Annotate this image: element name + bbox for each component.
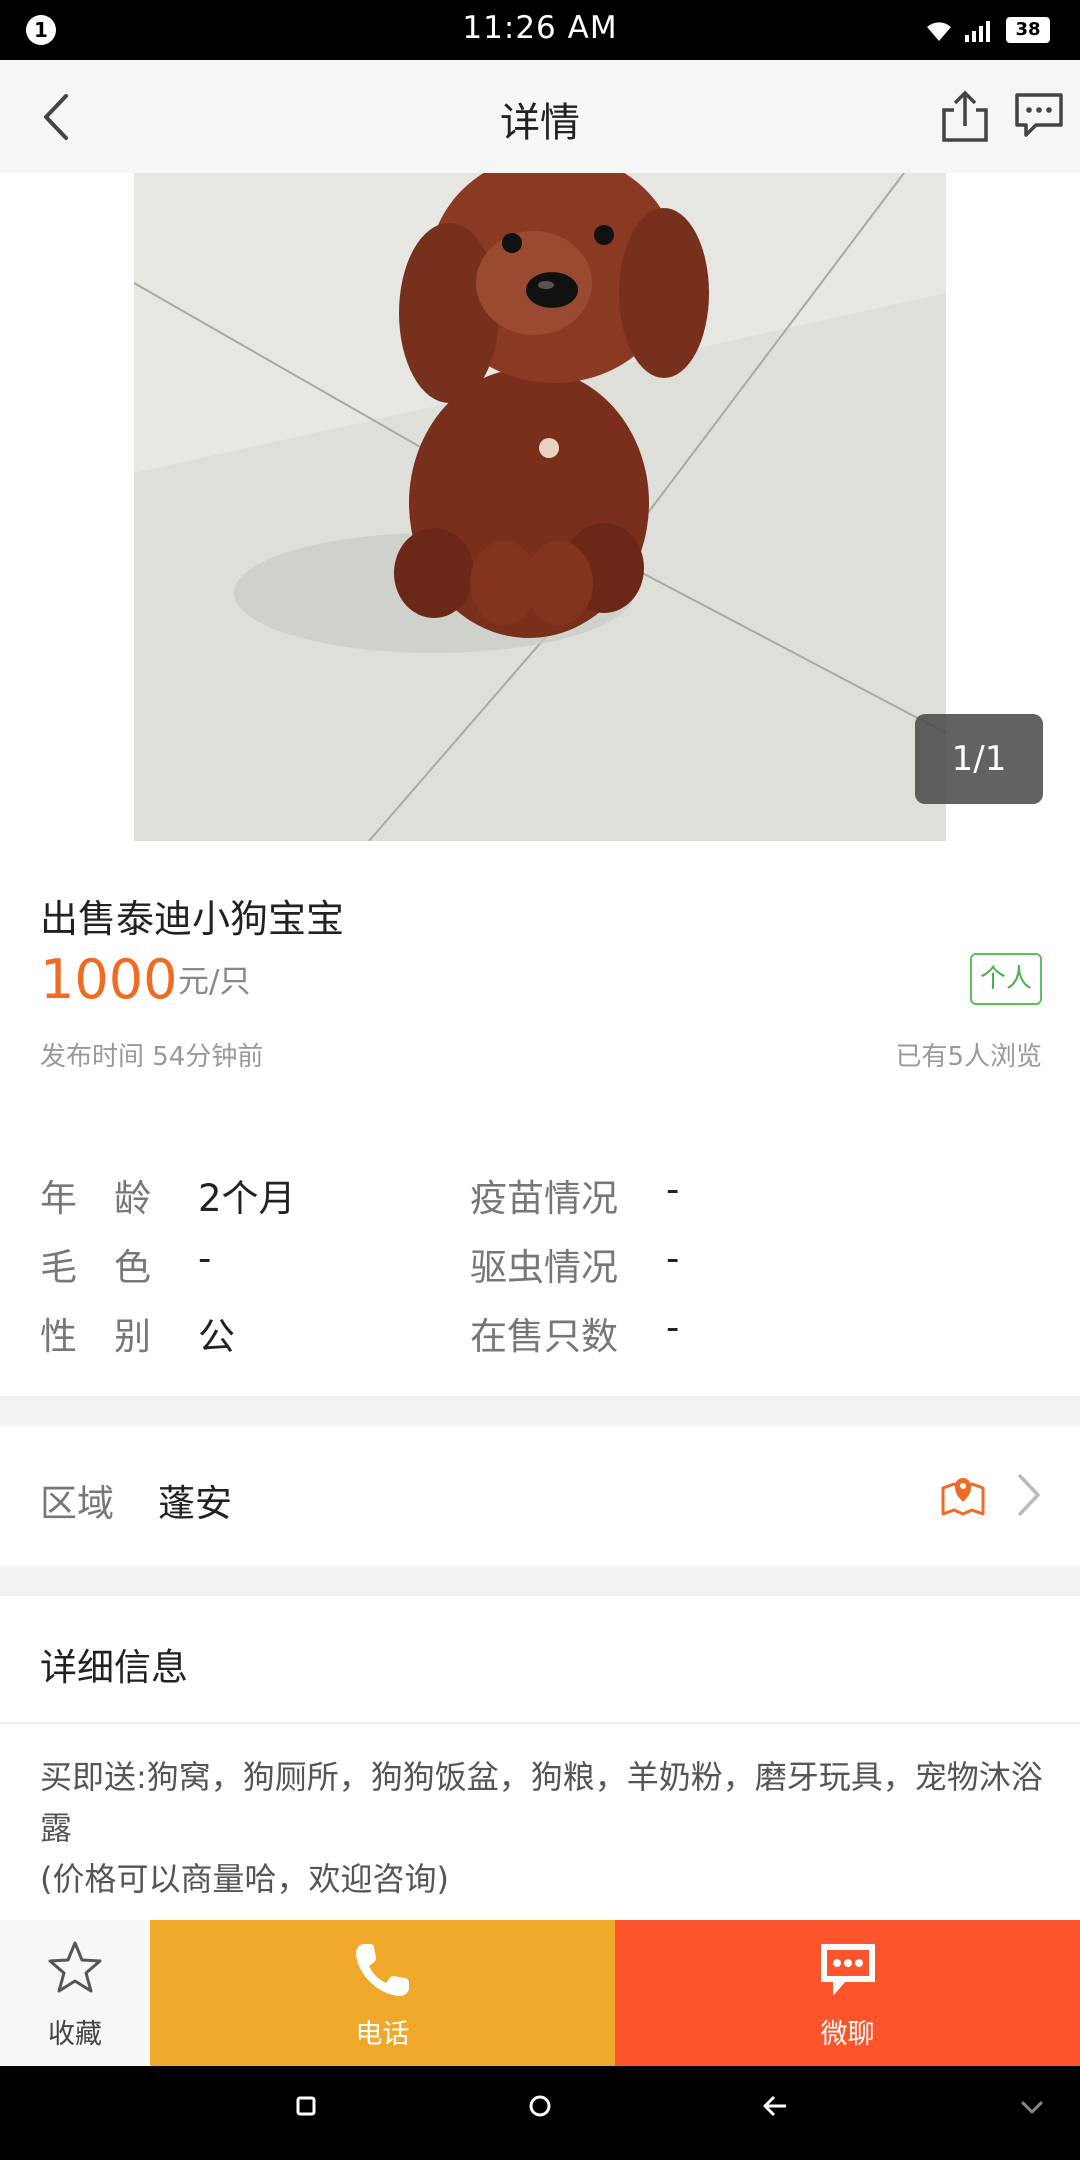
region-value: 蓬安 <box>158 1482 232 1525</box>
details-gift-text: 买即送:狗窝，狗厕所，狗狗饭盆，狗粮，羊奶粉，磨牙玩具，宠物沐浴露 <box>40 1758 1043 1847</box>
signal-icon <box>965 21 990 42</box>
listing-photo[interactable] <box>134 173 946 841</box>
star-icon <box>48 1941 102 1993</box>
seller-type-badge: 个人 <box>970 953 1042 1005</box>
post-time: 发布时间 54分钟前 <box>40 1042 264 1072</box>
price-unit: 元/只 <box>178 964 251 1000</box>
attr-label-quantity: 在售只数 <box>470 1315 618 1358</box>
map-pin-icon[interactable] <box>940 1472 986 1518</box>
details-divider <box>0 1722 1080 1724</box>
message-icon[interactable] <box>1014 92 1064 138</box>
status-time: 11:26 AM <box>462 10 618 46</box>
page-title: 详情 <box>500 100 580 146</box>
wifi-icon <box>927 22 951 41</box>
attr-value-age: 2个月 <box>198 1177 296 1220</box>
view-count: 已有5人浏览 <box>895 1042 1042 1072</box>
attr-value-deworming: - <box>666 1237 680 1280</box>
phone-icon <box>355 1944 409 1996</box>
favorite-label: 收藏 <box>48 2019 102 2050</box>
details-price-note: (价格可以商量哈，欢迎咨询) <box>40 1860 449 1898</box>
call-button[interactable]: 电话 <box>150 1920 615 2066</box>
system-nav-bar <box>0 2066 1080 2160</box>
attr-label-color: 毛 色 <box>40 1246 151 1289</box>
details-body: 买即送:狗窝，狗厕所，狗狗饭盆，狗粮，羊奶粉，磨牙玩具，宠物沐浴露 (价格可以商… <box>40 1752 1050 1905</box>
attr-value-color: - <box>198 1237 212 1280</box>
attr-label-gender: 性 别 <box>40 1315 151 1358</box>
home-icon[interactable] <box>528 2094 552 2118</box>
recent-apps-icon[interactable] <box>296 2096 316 2116</box>
attr-label-vaccine: 疫苗情况 <box>470 1177 618 1220</box>
attr-value-vaccine: - <box>666 1168 680 1211</box>
chat-label: 微聊 <box>820 2019 875 2050</box>
back-nav-icon[interactable] <box>762 2094 788 2118</box>
share-icon[interactable] <box>938 88 992 144</box>
chat-bubble-icon <box>820 1944 875 1996</box>
attr-label-deworming: 驱虫情况 <box>470 1246 618 1289</box>
section-divider <box>0 1566 1080 1596</box>
chevron-right-icon[interactable] <box>1014 1472 1044 1518</box>
listing-title: 出售泰迪小狗宝宝 <box>40 897 345 941</box>
chevron-down-icon[interactable] <box>1020 2100 1044 2116</box>
attr-label-age: 年 龄 <box>40 1177 151 1220</box>
status-bar: 1 11:26 AM 38 <box>0 0 1080 60</box>
photo-counter: 1/1 <box>915 714 1043 804</box>
battery-icon: 38 <box>1006 17 1050 43</box>
region-label: 区域 <box>40 1482 114 1525</box>
attr-value-quantity: - <box>666 1306 680 1349</box>
action-bar: 收藏 电话 微聊 <box>0 1920 1080 2066</box>
attr-value-gender: 公 <box>198 1315 235 1358</box>
section-divider <box>0 1396 1080 1426</box>
favorite-button[interactable]: 收藏 <box>0 1920 150 2066</box>
status-icons: 38 <box>924 14 1050 46</box>
chat-button[interactable]: 微聊 <box>615 1920 1080 2066</box>
details-heading: 详细信息 <box>40 1646 188 1689</box>
app-header: 详情 <box>0 60 1080 173</box>
price-value: 1000 <box>40 948 178 1011</box>
call-label: 电话 <box>355 2019 410 2050</box>
